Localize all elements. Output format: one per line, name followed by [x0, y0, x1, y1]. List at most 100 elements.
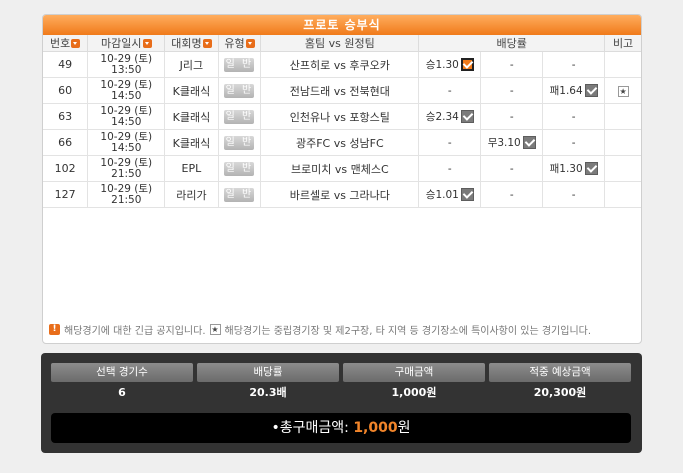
type-badge: 일 반: [224, 58, 255, 72]
draw-odds-cell[interactable]: -: [480, 77, 544, 104]
win-odds-value: 승1.01: [425, 189, 459, 201]
lose-odds-cell[interactable]: 패1.30: [542, 155, 606, 182]
draw-odds-value: -: [509, 110, 514, 123]
total-odds-label: 배당률: [197, 363, 339, 382]
table-row: 49 10-29 (토) 13:50 J리그 일 반 산프히로 vs 후쿠오카 승1.30-…: [43, 51, 641, 78]
table-row: 60 10-29 (토) 14:50 K클래식 일 반 전남드래 vs 전북현대 - - 패1.…: [43, 77, 641, 104]
match-teams: 브로미치 vs 맨체스C: [260, 155, 420, 182]
type-cell: 일 반: [217, 51, 262, 78]
deadline-date: 10-29 (토): [100, 104, 153, 117]
deadline: 10-29 (토) 14:50: [87, 129, 166, 156]
purchase-amount-col: 구매금액 1,000원: [343, 363, 485, 404]
lose-odds-cell[interactable]: -: [542, 51, 606, 78]
match-teams: 바르셀로 vs 그라나다: [260, 181, 420, 208]
purchase-amount-label: 구매금액: [343, 363, 485, 382]
deadline-time: 13:50: [111, 63, 142, 76]
deadline-date: 10-29 (토): [100, 52, 153, 65]
win-checkbox[interactable]: [460, 188, 474, 201]
sort-arrow-icon[interactable]: [71, 39, 81, 48]
type-badge: 일 반: [224, 188, 255, 202]
draw-odds-value: -: [509, 84, 514, 97]
expected-payout-value: 20,300원: [533, 386, 587, 399]
proto-panel: 프로토 승부식 번호 마감일시 대회명 유형 홈팀 vs 원정팀 배당률 비고 …: [42, 14, 642, 344]
win-odds-cell[interactable]: -: [418, 77, 482, 104]
col-note: 비고: [604, 35, 641, 52]
notice-bar: ! 해당경기에 대한 긴급 공지입니다. ★ 해당경기는 중립경기장 및 제2구…: [49, 322, 635, 337]
selected-games-col: 선택 경기수 6: [51, 363, 193, 404]
special-venue-star-icon: ★: [617, 86, 629, 97]
note-cell: [604, 129, 641, 156]
win-odds-cell[interactable]: 승2.34: [418, 103, 482, 130]
lose-odds-value: -: [571, 188, 576, 201]
note-cell: [604, 103, 641, 130]
type-cell: 일 반: [217, 103, 262, 130]
draw-checkbox[interactable]: [522, 136, 536, 149]
lose-checkbox[interactable]: [584, 162, 598, 175]
win-odds-value: 승2.34: [425, 111, 459, 123]
lose-odds-cell[interactable]: 패1.64: [542, 77, 606, 104]
draw-odds-cell[interactable]: -: [480, 51, 544, 78]
league-name: EPL: [164, 155, 219, 182]
sort-arrow-icon[interactable]: [142, 39, 152, 48]
type-badge: 일 반: [224, 162, 255, 176]
draw-odds-cell[interactable]: -: [480, 181, 544, 208]
deadline-date: 10-29 (토): [100, 156, 153, 169]
col-league[interactable]: 대회명: [164, 35, 219, 52]
lose-odds-cell[interactable]: -: [542, 103, 606, 130]
deadline-time: 14:50: [111, 89, 142, 102]
win-odds-cell[interactable]: 승1.01: [418, 181, 482, 208]
total-purchase: •총구매금액: 1,000원: [51, 413, 631, 443]
type-badge: 일 반: [224, 84, 255, 98]
col-deadline[interactable]: 마감일시: [87, 35, 166, 52]
deadline-time: 21:50: [111, 167, 142, 180]
lose-odds-value: -: [571, 136, 576, 149]
game-number: 102: [43, 155, 89, 182]
deadline: 10-29 (토) 21:50: [87, 155, 166, 182]
sort-arrow-icon[interactable]: [245, 39, 255, 48]
sort-arrow-icon[interactable]: [202, 39, 212, 48]
draw-odds-cell[interactable]: -: [480, 103, 544, 130]
type-cell: 일 반: [217, 129, 262, 156]
selected-games-value: 6: [118, 386, 126, 399]
win-odds-value: -: [447, 136, 452, 149]
lose-odds-value: -: [571, 58, 576, 71]
win-odds-cell[interactable]: -: [418, 129, 482, 156]
type-cell: 일 반: [217, 181, 262, 208]
total-odds-col: 배당률 20.3배: [197, 363, 339, 404]
game-number: 60: [43, 77, 89, 104]
total-purchase-label: •총구매금액:: [271, 420, 349, 436]
win-odds-cell[interactable]: -: [418, 155, 482, 182]
col-match: 홈팀 vs 원정팀: [260, 35, 420, 52]
total-purchase-amount: 1,000: [353, 420, 398, 436]
lose-odds-cell[interactable]: -: [542, 181, 606, 208]
special-venue-text: 해당경기는 중립경기장 및 제2구장, 타 지역 등 경기장소에 특이사항이 있…: [224, 326, 592, 337]
lose-odds-value: 패1.64: [549, 85, 583, 97]
match-teams: 산프히로 vs 후쿠오카: [260, 51, 420, 78]
draw-odds-value: -: [509, 58, 514, 71]
draw-odds-cell[interactable]: -: [480, 155, 544, 182]
win-odds-cell[interactable]: 승1.30: [418, 51, 482, 78]
games-table: 번호 마감일시 대회명 유형 홈팀 vs 원정팀 배당률 비고 49 10-29 …: [43, 35, 641, 208]
lose-odds-value: 패1.30: [549, 163, 583, 175]
col-number[interactable]: 번호: [43, 35, 89, 52]
draw-odds-cell[interactable]: 무3.10: [480, 129, 544, 156]
total-odds-value: 20.3배: [249, 386, 287, 399]
game-number: 63: [43, 103, 89, 130]
panel-title: 프로토 승부식: [43, 15, 641, 35]
col-type[interactable]: 유형: [217, 35, 262, 52]
total-purchase-unit: 원: [397, 420, 411, 436]
deadline-date: 10-29 (토): [100, 130, 153, 143]
win-checkbox[interactable]: [460, 58, 474, 71]
win-odds-value: 승1.30: [425, 59, 459, 71]
col-odds: 배당률: [418, 35, 606, 52]
special-venue-icon: ★: [209, 324, 221, 335]
lose-odds-cell[interactable]: -: [542, 129, 606, 156]
win-checkbox[interactable]: [460, 110, 474, 123]
deadline-time: 21:50: [111, 193, 142, 206]
lose-checkbox[interactable]: [584, 84, 598, 97]
table-row: 127 10-29 (토) 21:50 라리가 일 반 바르셀로 vs 그라나다 승1.01…: [43, 181, 641, 208]
note-cell: ★: [604, 77, 641, 104]
game-number: 66: [43, 129, 89, 156]
draw-odds-value: -: [509, 162, 514, 175]
league-name: J리그: [164, 51, 219, 78]
